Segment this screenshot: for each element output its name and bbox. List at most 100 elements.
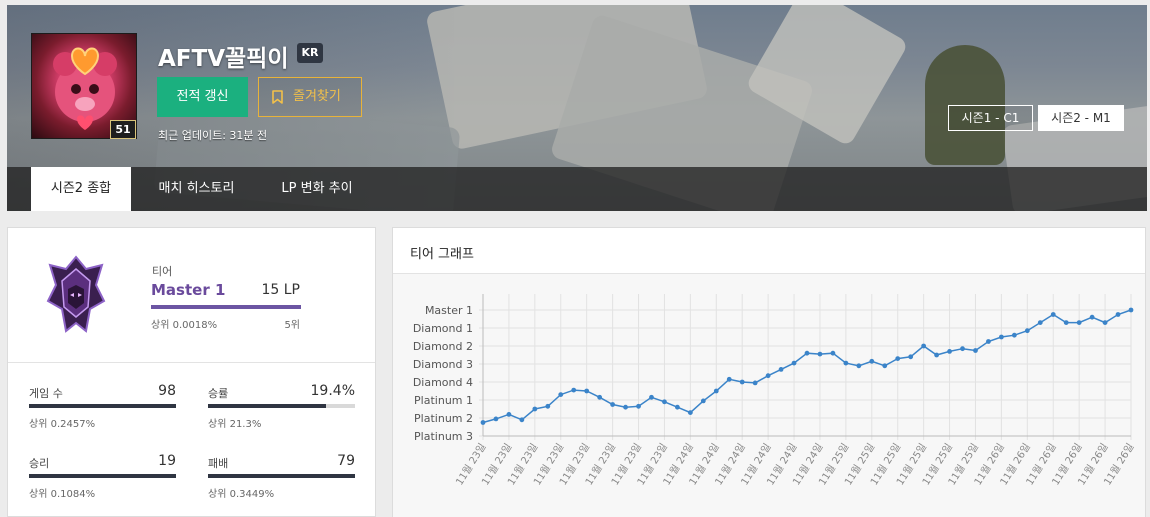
data-point xyxy=(506,412,512,417)
y-tick-label: Platinum 2 xyxy=(414,412,473,425)
data-point xyxy=(1063,320,1069,325)
stat-value: 19 xyxy=(158,453,176,469)
data-point xyxy=(973,348,978,353)
stat-label: 승리 xyxy=(29,457,50,470)
data-point xyxy=(584,388,590,394)
season1-tag[interactable]: 시즌1 - C1 xyxy=(948,105,1033,131)
tab-lp-trend[interactable]: LP 변화 추이 xyxy=(262,167,372,211)
data-point xyxy=(623,404,628,410)
season2-tag[interactable]: 시즌2 - M1 xyxy=(1038,105,1124,131)
data-point xyxy=(1102,320,1108,325)
data-point xyxy=(908,354,914,360)
y-tick-label: Diamond 3 xyxy=(413,358,473,371)
data-point xyxy=(597,394,603,400)
bookmark-icon xyxy=(272,90,283,104)
data-point xyxy=(1037,320,1043,325)
data-point xyxy=(687,410,693,415)
tier-progress-bar xyxy=(151,305,301,309)
y-tick-label: Diamond 1 xyxy=(413,322,473,335)
panel-title: 티어 그래프 xyxy=(410,247,474,262)
rank-summary-panel: 티어 Master 1 15 LP 상위 0.0018% 5위 게임 수 98 … xyxy=(7,227,376,517)
y-tick-label: Master 1 xyxy=(425,304,473,317)
data-point xyxy=(804,350,810,356)
data-point xyxy=(1128,307,1134,313)
data-point xyxy=(493,416,499,422)
data-point xyxy=(791,360,797,366)
data-point xyxy=(1024,328,1030,334)
data-point xyxy=(519,417,525,423)
stat-sub: 상위 21.3% xyxy=(208,419,262,430)
data-point xyxy=(856,363,862,369)
series-line xyxy=(482,309,1132,424)
stat-value: 98 xyxy=(158,383,176,399)
data-point xyxy=(636,403,641,409)
y-tick-label: Diamond 2 xyxy=(413,340,473,353)
profile-header: 51 AFTV꼴픽이 KR 전적 갱신 즐겨찾기 최근 업데이트: 31분 전 … xyxy=(7,5,1147,211)
y-tick-label: Platinum 1 xyxy=(414,394,473,407)
data-point xyxy=(778,367,784,372)
tab-match-history[interactable]: 매치 히스토리 xyxy=(139,167,254,211)
stat-label: 패배 xyxy=(208,457,229,470)
region-tag: KR xyxy=(297,43,323,63)
data-point xyxy=(1011,332,1017,338)
data-point xyxy=(739,379,745,385)
stat-sub: 상위 0.3449% xyxy=(208,489,275,500)
stat-bar-fill xyxy=(208,404,326,408)
tier-line-chart: Platinum 3 Platinum 2 Platinum 1 Diamond 4 D… xyxy=(413,294,1137,487)
stat-label: 승률 xyxy=(208,387,229,400)
stat-bar xyxy=(29,474,176,478)
data-point xyxy=(1076,320,1082,325)
master-emblem-icon xyxy=(46,255,106,333)
stat-bar xyxy=(29,404,176,408)
data-point xyxy=(480,420,486,425)
level-badge: 51 xyxy=(110,120,136,139)
stat-label: 게임 수 xyxy=(29,387,63,400)
data-point xyxy=(713,388,719,394)
tier-graph-panel: 티어 그래프 Platinum 3 Platinum 2 Platinum 1 Dia… xyxy=(392,227,1146,517)
data-point xyxy=(921,343,927,349)
data-point xyxy=(947,349,952,354)
data-point xyxy=(752,380,758,386)
summoner-name: AFTV꼴픽이 xyxy=(158,46,289,72)
last-updated: 최근 업데이트: 31분 전 xyxy=(158,129,268,142)
data-point xyxy=(545,403,551,409)
stat-sub: 상위 0.1084% xyxy=(29,489,96,500)
data-point xyxy=(700,398,706,404)
panel-divider xyxy=(8,362,375,363)
data-point xyxy=(1089,314,1095,320)
tier-rank: 5위 xyxy=(284,320,300,331)
tier-top-percent: 상위 0.0018% xyxy=(151,320,218,331)
data-point xyxy=(765,373,771,379)
data-point xyxy=(610,402,615,407)
stat-value: 79 xyxy=(337,453,355,469)
data-point xyxy=(649,394,654,400)
data-point xyxy=(843,360,849,366)
data-point xyxy=(675,404,680,410)
data-point xyxy=(869,358,875,364)
data-point xyxy=(662,399,667,405)
data-point xyxy=(532,406,538,412)
tier-label: 티어 xyxy=(152,265,173,278)
data-point xyxy=(571,387,577,393)
tab-season2-overview[interactable]: 시즌2 종합 xyxy=(31,167,131,211)
tab-bar: 시즌2 종합 매치 히스토리 LP 변화 추이 xyxy=(7,167,1147,211)
favorite-label: 즐겨찾기 xyxy=(293,89,341,104)
data-point xyxy=(830,350,836,356)
stat-bar xyxy=(208,474,355,478)
data-point xyxy=(726,376,732,382)
y-tick-label: Platinum 3 xyxy=(414,430,473,443)
stat-bar-fill xyxy=(29,404,176,408)
data-point xyxy=(817,351,823,357)
chart-area: Platinum 3 Platinum 2 Platinum 1 Diamond 4 D… xyxy=(393,274,1145,517)
data-point xyxy=(882,363,888,369)
data-point xyxy=(986,339,991,344)
data-point xyxy=(934,352,939,358)
y-tick-label: Diamond 4 xyxy=(413,376,473,389)
stat-value: 19.4% xyxy=(310,383,355,399)
data-point xyxy=(999,334,1004,340)
data-point xyxy=(1050,312,1056,317)
data-point xyxy=(558,392,564,397)
favorite-button[interactable]: 즐겨찾기 xyxy=(258,77,362,117)
stat-bar-fill xyxy=(208,474,355,478)
refresh-button[interactable]: 전적 갱신 xyxy=(157,77,248,117)
